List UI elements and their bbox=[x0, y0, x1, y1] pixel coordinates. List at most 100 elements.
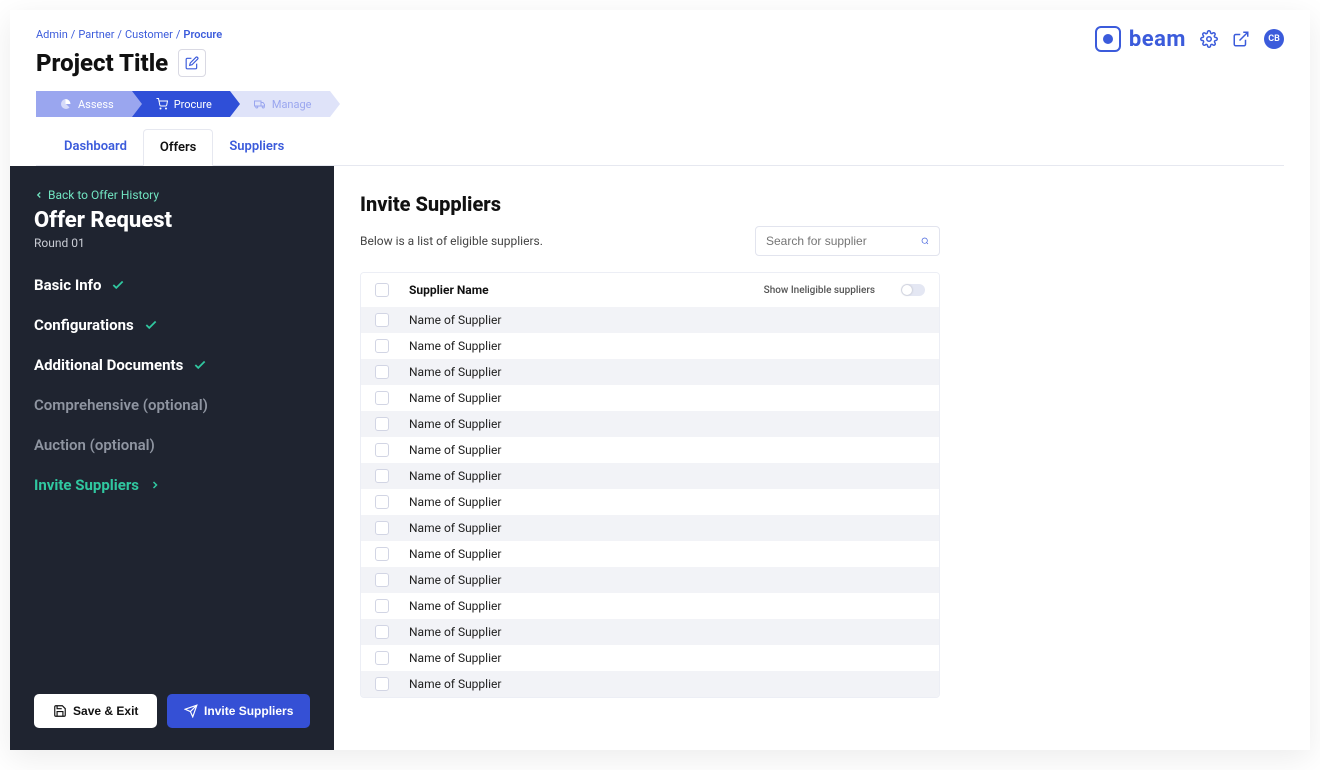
sidebar-title: Offer Request bbox=[34, 208, 310, 233]
table-row[interactable]: Name of Supplier bbox=[361, 411, 939, 437]
supplier-name-cell: Name of Supplier bbox=[409, 573, 501, 587]
save-exit-button[interactable]: Save & Exit bbox=[34, 694, 157, 728]
external-link-icon[interactable] bbox=[1232, 30, 1250, 48]
avatar[interactable]: CB bbox=[1264, 29, 1284, 49]
gear-icon[interactable] bbox=[1200, 30, 1218, 48]
table-row[interactable]: Name of Supplier bbox=[361, 385, 939, 411]
row-checkbox[interactable] bbox=[375, 495, 389, 509]
breadcrumb-item[interactable]: Customer bbox=[125, 28, 173, 41]
subtabs: DashboardOffersSuppliers bbox=[36, 129, 1284, 166]
table-row[interactable]: Name of Supplier bbox=[361, 567, 939, 593]
main-description: Below is a list of eligible suppliers. bbox=[360, 234, 543, 248]
row-checkbox[interactable] bbox=[375, 339, 389, 353]
supplier-name-cell: Name of Supplier bbox=[409, 625, 501, 639]
row-checkbox[interactable] bbox=[375, 391, 389, 405]
supplier-name-cell: Name of Supplier bbox=[409, 313, 501, 327]
sidebar-step[interactable]: Invite Suppliers bbox=[34, 476, 310, 494]
pie-icon bbox=[60, 98, 72, 110]
table-row[interactable]: Name of Supplier bbox=[361, 619, 939, 645]
row-checkbox[interactable] bbox=[375, 651, 389, 665]
row-checkbox[interactable] bbox=[375, 547, 389, 561]
table-row[interactable]: Name of Supplier bbox=[361, 541, 939, 567]
supplier-name-cell: Name of Supplier bbox=[409, 339, 501, 353]
chevron-right-icon bbox=[149, 479, 161, 491]
table-row[interactable]: Name of Supplier bbox=[361, 463, 939, 489]
save-exit-label: Save & Exit bbox=[73, 704, 138, 718]
sidebar-step-label: Invite Suppliers bbox=[34, 476, 139, 494]
check-icon bbox=[111, 278, 125, 292]
sidebar-step-label: Basic Info bbox=[34, 276, 101, 294]
tab-dashboard[interactable]: Dashboard bbox=[48, 129, 143, 165]
show-ineligible-toggle[interactable] bbox=[901, 284, 925, 296]
row-checkbox[interactable] bbox=[375, 573, 389, 587]
supplier-name-cell: Name of Supplier bbox=[409, 417, 501, 431]
table-row[interactable]: Name of Supplier bbox=[361, 671, 939, 697]
table-row[interactable]: Name of Supplier bbox=[361, 593, 939, 619]
table-row[interactable]: Name of Supplier bbox=[361, 645, 939, 671]
row-checkbox[interactable] bbox=[375, 677, 389, 691]
breadcrumb-item[interactable]: Partner bbox=[78, 28, 114, 41]
sidebar-step-label: Additional Documents bbox=[34, 356, 183, 374]
stage-manage[interactable]: Manage bbox=[230, 91, 330, 117]
breadcrumb-separator: / bbox=[71, 28, 76, 41]
supplier-name-cell: Name of Supplier bbox=[409, 521, 501, 535]
sidebar-step[interactable]: Basic Info bbox=[34, 276, 310, 294]
sidebar-step-label: Configurations bbox=[34, 316, 134, 334]
table-row[interactable]: Name of Supplier bbox=[361, 359, 939, 385]
row-checkbox[interactable] bbox=[375, 417, 389, 431]
toggle-label: Show Ineligible suppliers bbox=[764, 285, 875, 296]
select-all-checkbox[interactable] bbox=[375, 283, 389, 297]
stage-label: Assess bbox=[78, 98, 114, 111]
row-checkbox[interactable] bbox=[375, 625, 389, 639]
supplier-search[interactable] bbox=[755, 226, 940, 256]
row-checkbox[interactable] bbox=[375, 599, 389, 613]
row-checkbox[interactable] bbox=[375, 313, 389, 327]
breadcrumb-item[interactable]: Admin bbox=[36, 28, 68, 41]
sidebar-step-label: Auction (optional) bbox=[34, 436, 155, 454]
row-checkbox[interactable] bbox=[375, 521, 389, 535]
sidebar-step[interactable]: Auction (optional) bbox=[34, 436, 310, 454]
brand-name: beam bbox=[1129, 27, 1186, 52]
sidebar-step[interactable]: Additional Documents bbox=[34, 356, 310, 374]
invite-suppliers-button[interactable]: Invite Suppliers bbox=[167, 694, 310, 728]
breadcrumb-item[interactable]: Procure bbox=[183, 28, 222, 41]
back-to-offer-history[interactable]: Back to Offer History bbox=[34, 188, 310, 202]
send-icon bbox=[184, 704, 198, 718]
supplier-name-cell: Name of Supplier bbox=[409, 599, 501, 613]
search-icon bbox=[921, 234, 929, 248]
supplier-name-cell: Name of Supplier bbox=[409, 547, 501, 561]
sidebar-step[interactable]: Configurations bbox=[34, 316, 310, 334]
sidebar-step[interactable]: Comprehensive (optional) bbox=[34, 396, 310, 414]
check-icon bbox=[144, 318, 158, 332]
table-row[interactable]: Name of Supplier bbox=[361, 515, 939, 541]
supplier-name-cell: Name of Supplier bbox=[409, 469, 501, 483]
row-checkbox[interactable] bbox=[375, 469, 389, 483]
tab-suppliers[interactable]: Suppliers bbox=[213, 129, 300, 165]
table-row[interactable]: Name of Supplier bbox=[361, 437, 939, 463]
page-title: Project Title bbox=[36, 49, 168, 77]
check-icon bbox=[193, 358, 207, 372]
tab-offers[interactable]: Offers bbox=[143, 129, 213, 166]
brand-icon bbox=[1095, 26, 1121, 52]
stage-assess[interactable]: Assess bbox=[36, 91, 132, 117]
stage-label: Procure bbox=[174, 98, 212, 111]
row-checkbox[interactable] bbox=[375, 365, 389, 379]
stage-nav: Assess Procure Manage bbox=[36, 91, 1284, 117]
table-row[interactable]: Name of Supplier bbox=[361, 489, 939, 515]
invite-suppliers-label: Invite Suppliers bbox=[204, 704, 293, 718]
breadcrumb-separator: / bbox=[117, 28, 122, 41]
breadcrumb-separator: / bbox=[176, 28, 181, 41]
stage-procure[interactable]: Procure bbox=[132, 91, 230, 117]
row-checkbox[interactable] bbox=[375, 443, 389, 457]
search-input[interactable] bbox=[766, 234, 921, 248]
supplier-name-cell: Name of Supplier bbox=[409, 365, 501, 379]
table-row[interactable]: Name of Supplier bbox=[361, 333, 939, 359]
truck-icon bbox=[254, 98, 266, 110]
main-title: Invite Suppliers bbox=[360, 192, 940, 216]
table-row[interactable]: Name of Supplier bbox=[361, 307, 939, 333]
chevron-left-icon bbox=[34, 190, 44, 200]
edit-title-button[interactable] bbox=[178, 49, 206, 77]
brand-logo: beam bbox=[1095, 26, 1186, 52]
supplier-name-cell: Name of Supplier bbox=[409, 391, 501, 405]
supplier-name-cell: Name of Supplier bbox=[409, 495, 501, 509]
